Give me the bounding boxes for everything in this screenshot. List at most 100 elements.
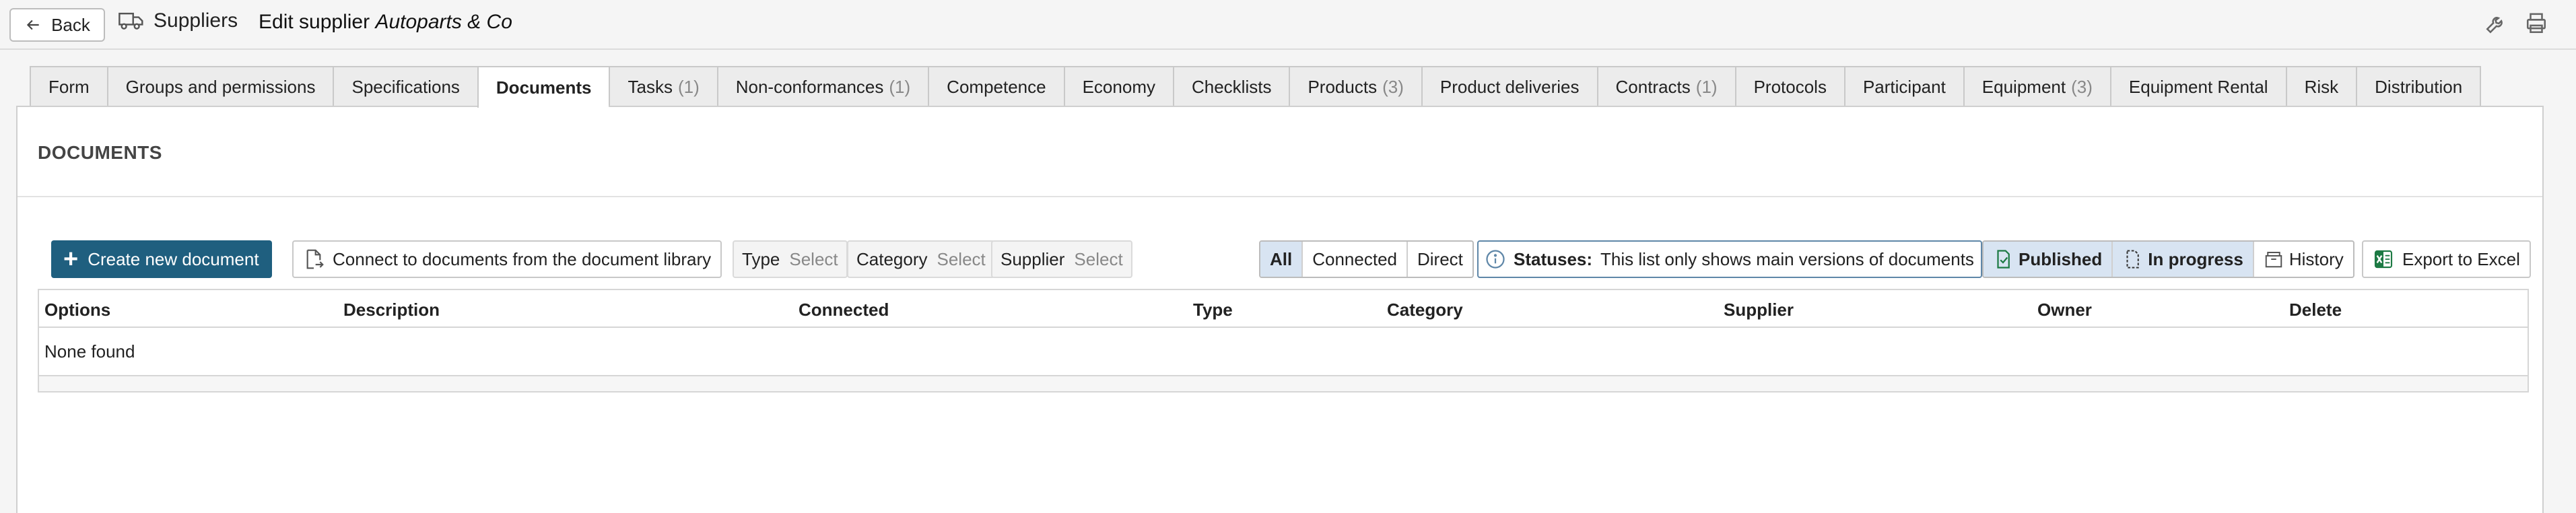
create-document-button[interactable]: + Create new document	[51, 240, 272, 278]
plus-icon: +	[63, 245, 79, 273]
table-footer	[39, 376, 2528, 391]
back-button-label: Back	[51, 14, 90, 35]
category-filter[interactable]: Category Select	[847, 240, 995, 278]
connect-library-label: Connect to documents from the document l…	[333, 248, 712, 269]
page-tools	[2483, 11, 2549, 36]
tab-protocols[interactable]: Protocols	[1734, 66, 1844, 106]
type-filter-label: Type	[742, 248, 780, 269]
tab-specifications[interactable]: Specifications	[333, 66, 477, 106]
section-title: DOCUMENTS	[38, 142, 162, 163]
tab-count: (1)	[889, 76, 911, 97]
tab-label: Equipment Rental	[2128, 76, 2268, 97]
status-history[interactable]: History	[2254, 242, 2353, 277]
supplier-filter[interactable]: Supplier Select	[991, 240, 1132, 278]
tab-label: Checklists	[1191, 76, 1272, 97]
scope-connected[interactable]: Connected	[1303, 242, 1408, 277]
empty-message: None found	[44, 341, 135, 362]
col-type: Type	[1193, 300, 1233, 320]
top-bar: Back Suppliers Edit supplier Autoparts &…	[0, 0, 2576, 50]
breadcrumb[interactable]: Suppliers	[118, 9, 238, 32]
tab-equipment-rental[interactable]: Equipment Rental	[2109, 66, 2286, 106]
connect-library-button[interactable]: Connect to documents from the document l…	[292, 240, 722, 278]
info-icon	[1486, 250, 1505, 269]
scope-all[interactable]: All	[1260, 242, 1303, 277]
tab-label: Form	[48, 76, 90, 97]
tab-count: (1)	[1695, 76, 1718, 97]
tab-distribution[interactable]: Distribution	[2356, 66, 2482, 106]
col-category: Category	[1387, 300, 1463, 320]
divider	[18, 196, 2542, 197]
tab-form[interactable]: Form	[30, 66, 107, 106]
tab-label: Tasks	[628, 76, 673, 97]
tab-groups-and-permissions[interactable]: Groups and permissions	[106, 66, 333, 106]
tab-documents[interactable]: Documents	[477, 66, 609, 108]
status-in-progress-label: In progress	[2148, 248, 2243, 269]
category-filter-label: Category	[856, 248, 928, 269]
col-options: Options	[44, 300, 111, 320]
tab-label: Equipment	[1981, 76, 2066, 97]
check-document-icon	[1997, 250, 2010, 269]
tab-label: Participant	[1862, 76, 1946, 97]
table-header: Options Description Connected Type Categ…	[39, 290, 2528, 328]
tab-label: Specifications	[351, 76, 460, 97]
tab-count: (3)	[1382, 76, 1404, 97]
page-title: Edit supplier Autoparts & Co	[259, 11, 512, 34]
documents-table: Options Description Connected Type Categ…	[38, 289, 2529, 392]
tab-checklists[interactable]: Checklists	[1172, 66, 1289, 106]
scope-direct[interactable]: Direct	[1408, 242, 1472, 277]
tab-tasks[interactable]: Tasks (1)	[609, 66, 717, 106]
tab-label: Product deliveries	[1439, 76, 1580, 97]
tab-competence[interactable]: Competence	[928, 66, 1064, 106]
tab-label: Documents	[496, 77, 592, 98]
type-filter-placeholder: Select	[789, 248, 838, 269]
tab-contracts[interactable]: Contracts (1)	[1596, 66, 1735, 106]
tab-count: (1)	[677, 76, 700, 97]
tab-label: Competence	[947, 76, 1046, 97]
table-row: None found	[39, 328, 2528, 376]
statuses-info: Statuses: This list only shows main vers…	[1477, 240, 1982, 278]
status-in-progress[interactable]: In progress	[2113, 242, 2254, 277]
status-published-label: Published	[2019, 248, 2103, 269]
tab-label: Distribution	[2375, 76, 2463, 97]
statuses-text: This list only shows main versions of do…	[1600, 248, 1974, 269]
page-title-prefix: Edit supplier	[259, 11, 370, 33]
tab-products[interactable]: Products (3)	[1289, 66, 1421, 106]
col-connected: Connected	[799, 300, 889, 320]
tab-label: Protocols	[1753, 76, 1827, 97]
tab-participant[interactable]: Participant	[1843, 66, 1963, 106]
supplier-filter-placeholder: Select	[1074, 248, 1123, 269]
tab-bar: Form Groups and permissions Specifications…	[30, 66, 2482, 108]
export-excel-button[interactable]: Export to Excel	[2362, 240, 2531, 278]
statuses-label: Statuses:	[1514, 248, 1593, 269]
tab-count: (3)	[2071, 76, 2093, 97]
category-filter-placeholder: Select	[937, 248, 986, 269]
status-toggle: Published In progress History	[1982, 240, 2354, 278]
status-history-label: History	[2289, 248, 2344, 269]
tab-economy[interactable]: Economy	[1063, 66, 1173, 106]
tab-non-conformances[interactable]: Non-conformances (1)	[716, 66, 928, 106]
print-icon[interactable]	[2523, 11, 2549, 36]
documents-panel: DOCUMENTS + Create new document Connect …	[16, 106, 2544, 513]
back-button[interactable]: Back	[9, 8, 105, 42]
document-link-icon	[306, 249, 324, 269]
breadcrumb-suppliers[interactable]: Suppliers	[154, 9, 238, 32]
tab-label: Groups and permissions	[125, 76, 316, 97]
arrow-left-icon	[26, 20, 39, 30]
scope-toggle: All Connected Direct	[1259, 240, 1474, 278]
tab-label: Products	[1308, 76, 1378, 97]
truck-icon	[118, 12, 143, 30]
tab-label: Economy	[1082, 76, 1155, 97]
export-excel-label: Export to Excel	[2402, 248, 2520, 269]
wrench-icon[interactable]	[2483, 11, 2509, 36]
excel-icon	[2374, 250, 2393, 269]
status-published[interactable]: Published	[1984, 242, 2113, 277]
col-owner: Owner	[2037, 300, 2092, 320]
tab-equipment[interactable]: Equipment (3)	[1963, 66, 2110, 106]
tab-risk[interactable]: Risk	[2285, 66, 2357, 106]
tab-product-deliveries[interactable]: Product deliveries	[1421, 66, 1597, 106]
tab-label: Non-conformances	[735, 76, 884, 97]
page-title-name: Autoparts & Co	[375, 11, 512, 33]
type-filter[interactable]: Type Select	[733, 240, 848, 278]
documents-toolbar: + Create new document Connect to documen…	[51, 240, 2531, 278]
col-supplier: Supplier	[1724, 300, 1794, 320]
